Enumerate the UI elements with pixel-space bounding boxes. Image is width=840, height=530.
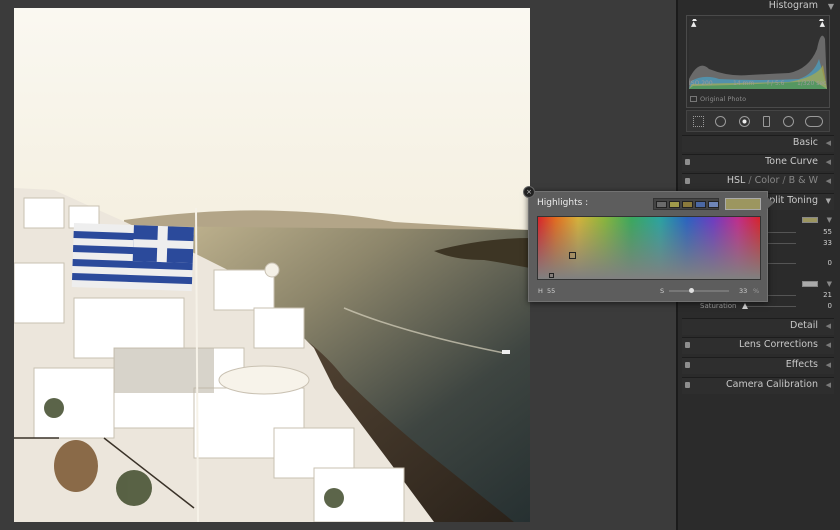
toggle-switch-icon[interactable] (685, 342, 690, 348)
photo-preview (14, 8, 530, 522)
graduated-filter-icon[interactable] (763, 116, 770, 127)
tab-color[interactable]: Color (755, 175, 780, 186)
saturation-value[interactable]: 33 (739, 287, 747, 295)
preset-swatch[interactable] (656, 201, 667, 208)
highlights-swatch[interactable] (802, 217, 818, 223)
section-effects[interactable]: Effects ◀ (682, 357, 834, 374)
highlight-clip-icon[interactable]: ▲ (820, 20, 825, 28)
collapse-triangle-icon: ▼ (825, 197, 831, 205)
hue-readout[interactable]: H 55 (538, 287, 555, 295)
hsl-tabs: HSL / Color / B & W (726, 175, 818, 186)
iso-value: ISO 200 (689, 80, 713, 87)
histogram-meta: ISO 200 14 mm f / 5.6 1/320 sec (689, 80, 829, 90)
red-eye-icon[interactable] (739, 116, 750, 127)
shadow-clip-icon[interactable]: ▲ (691, 20, 696, 28)
preset-swatch[interactable] (669, 201, 680, 208)
histogram-title[interactable]: Histogram (769, 0, 818, 11)
preset-swatch[interactable] (682, 201, 693, 208)
hue-saturation-field[interactable] (537, 216, 761, 280)
slider-knob[interactable] (742, 303, 748, 309)
shadows-swatch[interactable] (802, 281, 818, 287)
close-icon[interactable]: × (523, 186, 535, 198)
triangle-icon: ▼ (826, 216, 832, 224)
toggle-switch-icon[interactable] (685, 159, 690, 165)
picker-title: Highlights : (537, 198, 589, 208)
shadows-sat-row[interactable]: Saturation 0 (686, 302, 832, 311)
balance-value[interactable]: 0 (828, 259, 832, 267)
percent-label: % (753, 287, 760, 295)
section-hsl[interactable]: HSL / Color / B & W ◀ (682, 173, 834, 190)
current-color-swatch (725, 198, 761, 210)
toggle-switch-icon[interactable] (685, 362, 690, 368)
expand-triangle-icon: ◀ (825, 139, 831, 147)
section-camera-calibration[interactable]: Camera Calibration ◀ (682, 377, 834, 394)
focal-value: 14 mm (733, 80, 755, 87)
radial-filter-icon[interactable] (783, 116, 794, 127)
expand-triangle-icon: ◀ (825, 177, 831, 185)
saturation-label: Saturation (700, 302, 737, 310)
histogram-graph: ▲ ▲ (689, 17, 827, 89)
original-photo-toggle[interactable]: Original Photo (690, 95, 746, 103)
shutter-value: 1/320 sec (797, 80, 827, 87)
section-tone-curve[interactable]: Tone Curve ◀ (682, 154, 834, 171)
saturation-label: S (660, 287, 665, 295)
adjustment-brush-icon[interactable] (805, 116, 823, 127)
section-basic[interactable]: Basic ◀ (682, 135, 834, 152)
expand-triangle-icon: ◀ (825, 341, 831, 349)
preset-swatch[interactable] (708, 201, 719, 208)
highlights-color-picker: × Highlights : H 55 S 33 % (523, 186, 774, 302)
shadows-hue-value[interactable]: 21 (823, 291, 832, 299)
spot-removal-icon[interactable] (715, 116, 726, 127)
histogram[interactable]: ▲ ▲ ISO 200 14 mm f / 5.6 1/320 sec Orig… (686, 15, 830, 108)
tab-bw[interactable]: B & W (789, 175, 818, 186)
triangle-icon: ▼ (826, 280, 832, 288)
highlights-sat-value[interactable]: 33 (823, 239, 832, 247)
toggle-switch-icon[interactable] (685, 178, 690, 184)
saturation-slider-track[interactable] (669, 290, 729, 292)
slider-track[interactable] (744, 306, 796, 307)
tool-strip (686, 110, 830, 132)
secondary-cursor[interactable] (549, 273, 554, 278)
checkbox-icon[interactable] (690, 96, 697, 102)
expand-triangle-icon: ◀ (825, 158, 831, 166)
aperture-value: f / 5.6 (767, 80, 785, 87)
preset-swatch[interactable] (695, 201, 706, 208)
shadows-sat-value[interactable]: 0 (828, 302, 832, 310)
popup-pointer (767, 197, 774, 209)
color-presets (653, 198, 719, 210)
expand-triangle-icon: ◀ (825, 361, 831, 369)
section-lens-corrections[interactable]: Lens Corrections ◀ (682, 337, 834, 354)
color-cursor[interactable] (569, 252, 576, 259)
tab-hsl[interactable]: HSL (727, 175, 745, 186)
expand-triangle-icon: ◀ (825, 322, 831, 330)
saturation-slider-knob[interactable] (689, 288, 694, 293)
collapse-triangle-icon[interactable]: ▼ (828, 2, 834, 11)
toggle-switch-icon[interactable] (685, 382, 690, 388)
expand-triangle-icon: ◀ (825, 381, 831, 389)
crop-tool-icon[interactable] (693, 116, 704, 127)
highlights-hue-value[interactable]: 55 (823, 228, 832, 236)
section-detail[interactable]: Detail ◀ (682, 318, 834, 335)
